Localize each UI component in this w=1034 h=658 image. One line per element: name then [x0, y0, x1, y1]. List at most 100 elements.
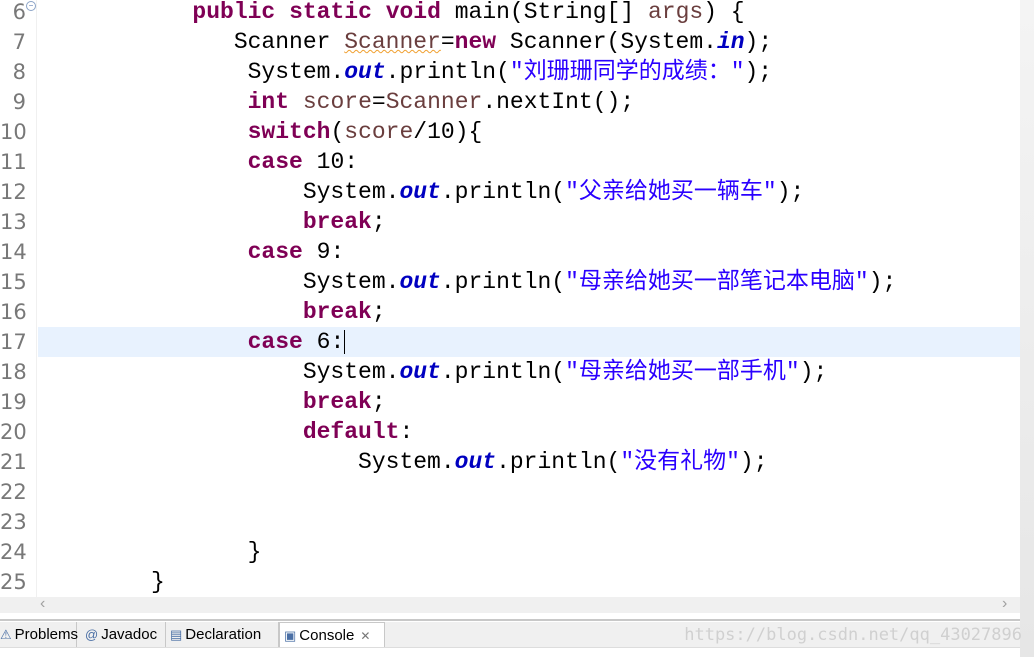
token-kw: void [385, 0, 441, 25]
token: .println( [385, 59, 510, 85]
code-line[interactable]: 12 System.out.println("父亲给她买一辆车"); [0, 177, 1020, 207]
code-text: } [151, 567, 165, 597]
code-line[interactable]: 15 System.out.println("母亲给她买一部笔记本电脑"); [0, 267, 1020, 297]
code-line[interactable]: 16 break; [0, 297, 1020, 327]
close-icon[interactable]: ✕ [360, 629, 370, 643]
line-number: 13 [0, 210, 27, 234]
token-kw: break [302, 209, 372, 235]
code-text: default: [151, 417, 413, 447]
code-text: System.out.println("父亲给她买一辆车"); [151, 177, 805, 207]
token-kw: switch [247, 119, 331, 145]
code-line[interactable]: 14 case 9: [0, 237, 1020, 267]
code-text: System.out.println("母亲给她买一部手机"); [151, 357, 828, 387]
token-var: args [647, 0, 704, 25]
code-text: Scanner Scanner=new Scanner(System.in); [151, 27, 772, 57]
token: System. [151, 449, 455, 475]
line-number: 19 [0, 390, 27, 414]
token: ; [371, 299, 386, 325]
line-number: 7 [12, 30, 26, 54]
code-text: break; [151, 207, 386, 237]
code-line[interactable]: 18 System.out.println("母亲给她买一部手机"); [0, 357, 1020, 387]
line-number: 9 [12, 90, 26, 114]
token: } [151, 539, 262, 565]
token: 6: [302, 329, 345, 355]
token: } [151, 569, 165, 595]
line-number: 10 [0, 120, 27, 144]
token: = [371, 89, 386, 115]
token: .nextInt(); [482, 89, 635, 115]
scroll-left-icon[interactable]: ‹ [40, 595, 45, 613]
code-text: int score=Scanner.nextInt(); [151, 87, 635, 117]
token-var: score [302, 89, 372, 115]
token: .println( [440, 359, 566, 385]
code-line[interactable]: 17 case 6: [0, 327, 1020, 357]
code-text: System.out.println("没有礼物"); [151, 447, 768, 477]
line-number: 11 [0, 150, 27, 174]
token-str: "母亲给她买一部笔记本电脑" [565, 269, 869, 295]
line-number: 22 [0, 480, 27, 504]
token: System. [151, 179, 400, 205]
code-line[interactable]: 20 default: [0, 417, 1020, 447]
token-kw: case [247, 239, 303, 265]
token: main(String[] [440, 0, 648, 25]
code-line[interactable]: 23 [0, 507, 1020, 537]
code-line[interactable]: 6− public static void main(String[] args… [0, 0, 1020, 27]
code-text: case 9: [151, 237, 345, 267]
scroll-right-icon[interactable]: › [1002, 595, 1007, 613]
token-var: score [344, 119, 414, 145]
token-kw: new [454, 29, 497, 55]
token-fld: out [399, 359, 441, 385]
tab-declaration[interactable]: ▤ Declaration [166, 622, 279, 647]
console-icon: ▣ [284, 628, 297, 643]
code-line[interactable]: 8 System.out.println("刘珊珊同学的成绩："); [0, 57, 1020, 87]
code-line[interactable]: 10 switch(score/10){ [0, 117, 1020, 147]
token: ( [330, 119, 345, 145]
token: ); [744, 29, 773, 55]
line-number: 18 [0, 360, 27, 384]
token: .println( [440, 179, 566, 205]
tab-problems[interactable]: ⚠ Problems [0, 622, 78, 647]
token: ; [371, 389, 386, 415]
code-line[interactable]: 13 break; [0, 207, 1020, 237]
token-kw: case [247, 149, 303, 175]
code-text: System.out.println("刘珊珊同学的成绩："); [151, 57, 773, 87]
token: 9: [302, 239, 345, 265]
token: ; [371, 209, 386, 235]
code-line[interactable]: 22 [0, 477, 1020, 507]
tab-javadoc[interactable]: @ Javadoc [81, 622, 166, 647]
token-kw: public [192, 0, 276, 25]
code-line[interactable]: 25} [0, 567, 1020, 597]
line-number: 16 [0, 300, 27, 324]
code-line[interactable]: 11 case 10: [0, 147, 1020, 177]
token: 10: [302, 149, 359, 175]
code-line[interactable]: 19 break; [0, 387, 1020, 417]
code-line[interactable]: 9 int score=Scanner.nextInt(); [0, 87, 1020, 117]
line-number: 24 [0, 540, 27, 564]
horizontal-scrollbar[interactable]: ‹ › [0, 595, 1020, 613]
token: System. [151, 269, 400, 295]
fold-collapse-icon[interactable]: − [26, 1, 36, 11]
line-number: 20 [0, 420, 27, 444]
tab-label: Declaration [185, 626, 262, 643]
code-editor[interactable]: 6− public static void main(String[] args… [0, 0, 1020, 597]
code-line[interactable]: 24 } [0, 537, 1020, 567]
token: ); [776, 179, 805, 205]
line-number: 21 [0, 450, 27, 474]
code-text: switch(score/10){ [151, 117, 483, 147]
token-kw: default [302, 419, 400, 445]
code-text: public static void main(String[] args) { [151, 0, 744, 27]
code-line[interactable]: 7 Scanner Scanner=new Scanner(System.in)… [0, 27, 1020, 57]
code-line[interactable]: 21 System.out.println("没有礼物"); [0, 447, 1020, 477]
tab-console[interactable]: ▣ Console ✕ [279, 622, 385, 647]
tab-label: Javadoc [101, 626, 158, 643]
token-kw: break [302, 299, 372, 325]
